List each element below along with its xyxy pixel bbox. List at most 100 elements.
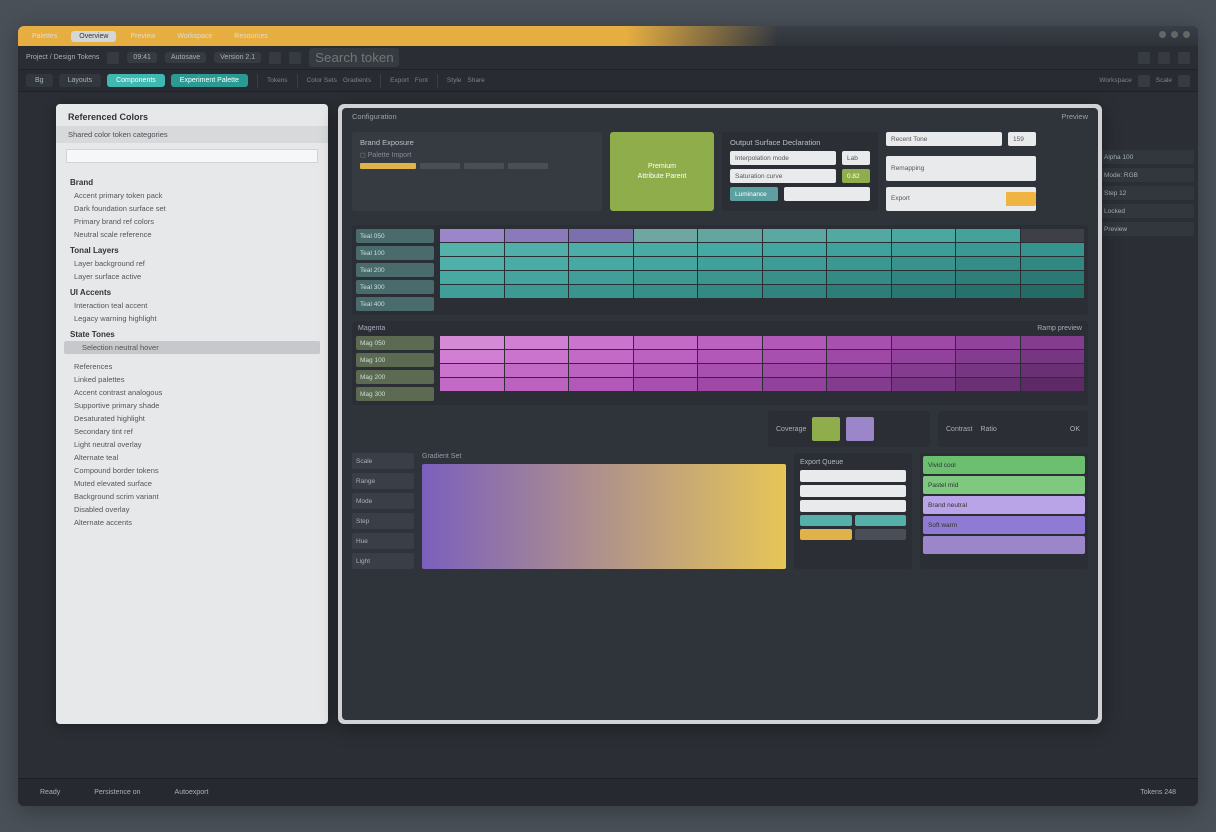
settings-icon[interactable] — [1138, 52, 1150, 64]
chip-version[interactable]: Version 2.1 — [214, 52, 261, 63]
rstrip-alpha[interactable]: Alpha 100 — [1100, 150, 1194, 164]
rstrip-preview[interactable]: Preview — [1100, 222, 1194, 236]
bl-mode[interactable]: Mode — [352, 493, 414, 509]
lp-item[interactable]: Accent contrast analogous — [56, 386, 328, 399]
lp-item[interactable]: Accent primary token pack — [56, 189, 328, 202]
preset-4[interactable] — [923, 536, 1085, 554]
opt-f1[interactable]: Interpolation mode — [730, 151, 836, 165]
preset-0[interactable]: Vivid cool — [923, 456, 1085, 474]
lp-item[interactable]: Legacy warning highlight — [56, 312, 328, 325]
lp-item[interactable]: Disabled overlay — [56, 503, 328, 516]
mag-300[interactable]: Mag 300 — [356, 387, 434, 401]
rc-c[interactable]: Remapping — [886, 156, 1036, 181]
undo-icon[interactable] — [107, 52, 119, 64]
opt-f3[interactable]: Luminance — [730, 187, 778, 201]
badge-grey[interactable] — [855, 529, 907, 540]
badge-teal2[interactable] — [855, 515, 907, 526]
lp-item[interactable]: Secondary tint ref — [56, 425, 328, 438]
grid-icon[interactable] — [269, 52, 281, 64]
ribbon-tokens[interactable]: Tokens — [267, 77, 288, 84]
ribbon-bg[interactable]: Bg — [26, 74, 53, 87]
preset-1[interactable]: Pastel mid — [923, 476, 1085, 494]
preset-3[interactable]: Soft warm — [923, 516, 1085, 534]
app-window: Palettes Overview Preview Workspace Reso… — [18, 26, 1198, 806]
rc-a[interactable]: Recent Tone — [886, 132, 1002, 146]
ribbon-experiment[interactable]: Experiment Palette — [171, 74, 248, 87]
lp-item[interactable]: Linked palettes — [56, 373, 328, 386]
lp-item[interactable]: Layer surface active — [56, 270, 328, 283]
bl-scale[interactable]: Scale — [352, 453, 414, 469]
ribbon-style[interactable]: Style — [447, 77, 461, 84]
teal-050[interactable]: Teal 050 — [356, 229, 434, 243]
teal-400[interactable]: Teal 400 — [356, 297, 434, 311]
tab-palettes[interactable]: Palettes — [24, 31, 65, 42]
lp-item[interactable]: Layer background ref — [56, 257, 328, 270]
mag-050[interactable]: Mag 050 — [356, 336, 434, 350]
ribbon-zoom-icon[interactable] — [1178, 75, 1190, 87]
badge-orange[interactable] — [800, 529, 852, 540]
lp-item-selected[interactable]: Selection neutral hover — [64, 341, 320, 354]
ribbon-share[interactable]: Share — [467, 77, 484, 84]
ribbon-components[interactable]: Components — [107, 74, 165, 87]
rstrip-mode[interactable]: Mode: RGB — [1100, 168, 1194, 182]
window-controls[interactable] — [1159, 31, 1190, 38]
rstrip-locked[interactable]: Locked — [1100, 204, 1194, 218]
teal-300[interactable]: Teal 300 — [356, 280, 434, 294]
tab-overview[interactable]: Overview — [71, 31, 116, 42]
bl-light[interactable]: Light — [352, 553, 414, 569]
bl-hue[interactable]: Hue — [352, 533, 414, 549]
lp-item[interactable]: Dark foundation surface set — [56, 202, 328, 215]
lp-item[interactable]: Compound border tokens — [56, 464, 328, 477]
layers-icon[interactable] — [289, 52, 301, 64]
lp-item[interactable]: Neutral scale reference — [56, 228, 328, 241]
lp-item[interactable]: References — [56, 360, 328, 373]
tab-workspace[interactable]: Workspace — [169, 31, 220, 42]
cov-swatch-b[interactable] — [846, 417, 874, 441]
preset-2[interactable]: Brand neutral — [923, 496, 1085, 514]
ribbon-font[interactable]: Font — [415, 77, 428, 84]
mag-100[interactable]: Mag 100 — [356, 353, 434, 367]
bl-range[interactable]: Range — [352, 473, 414, 489]
chip-autosave[interactable]: Autosave — [165, 52, 206, 63]
lp-item[interactable]: Alternate teal — [56, 451, 328, 464]
badge-teal[interactable] — [800, 515, 852, 526]
search-input[interactable] — [309, 48, 399, 67]
tab-preview[interactable]: Preview — [122, 31, 163, 42]
ribbon-workspace[interactable]: Workspace — [1099, 77, 1131, 84]
green-card[interactable]: Premium Attribute Parent — [610, 132, 714, 211]
mag-200[interactable]: Mag 200 — [356, 370, 434, 384]
gradient-block[interactable] — [422, 464, 786, 569]
ribbon-a-icon[interactable] — [1138, 75, 1150, 87]
ribbon-layouts[interactable]: Layouts — [59, 74, 102, 87]
lp-item[interactable]: Supportive primary shade — [56, 399, 328, 412]
lp-item[interactable]: Light neutral overlay — [56, 438, 328, 451]
cov-swatch-a[interactable] — [812, 417, 840, 441]
export-2[interactable] — [800, 500, 906, 512]
ribbon-scale[interactable]: Scale — [1156, 77, 1172, 84]
rc-d[interactable]: Export — [886, 187, 1036, 212]
ribbon-colorsets[interactable]: Color Sets — [307, 77, 337, 84]
tab-resources[interactable]: Resources — [226, 31, 275, 42]
opt-f3b[interactable] — [784, 187, 870, 201]
rstrip-step[interactable]: Step 12 — [1100, 186, 1194, 200]
lp-item[interactable]: Primary brand ref colors — [56, 215, 328, 228]
magenta-cells — [440, 336, 1084, 401]
teal-100[interactable]: Teal 100 — [356, 246, 434, 260]
export-0[interactable] — [800, 470, 906, 482]
opt-v2[interactable]: 0.82 — [842, 169, 870, 183]
opt-f2[interactable]: Saturation curve — [730, 169, 836, 183]
bl-step[interactable]: Step — [352, 513, 414, 529]
lp-item[interactable]: Muted elevated surface — [56, 477, 328, 490]
teal-200[interactable]: Teal 200 — [356, 263, 434, 277]
opt-v1[interactable]: Lab — [842, 151, 870, 165]
lp-item[interactable]: Background scrim variant — [56, 490, 328, 503]
lp-item[interactable]: Interaction teal accent — [56, 299, 328, 312]
panel-icon[interactable] — [1158, 52, 1170, 64]
more-icon[interactable] — [1178, 52, 1190, 64]
lp-item[interactable]: Desaturated highlight — [56, 412, 328, 425]
ribbon-export[interactable]: Export — [390, 77, 409, 84]
ribbon-gradients[interactable]: Gradients — [343, 77, 371, 84]
export-1[interactable] — [800, 485, 906, 497]
left-panel-filter[interactable] — [66, 149, 318, 163]
lp-item[interactable]: Alternate accents — [56, 516, 328, 529]
